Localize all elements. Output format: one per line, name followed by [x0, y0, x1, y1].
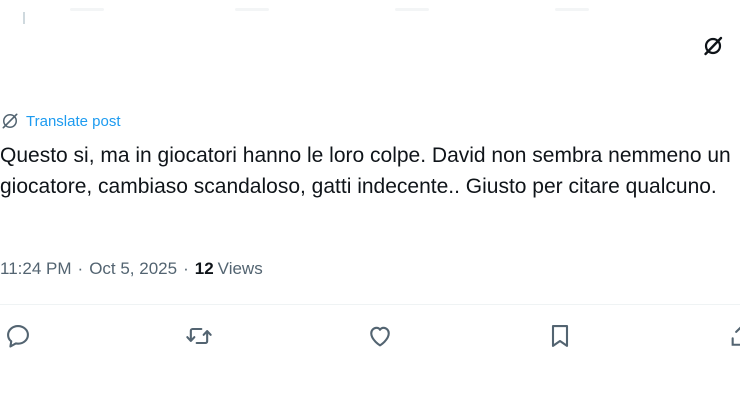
post-meta: 11:24 PM · Oct 5, 2025 · 12 Views [0, 259, 263, 279]
share-icon [731, 326, 740, 346]
views-label: Views [217, 259, 263, 278]
post-time[interactable]: 11:24 PM [0, 259, 72, 279]
top-bar-shadow [395, 8, 429, 11]
top-bar-shadow [235, 8, 269, 11]
like-button[interactable] [366, 322, 396, 352]
views-count: 12 [194, 259, 214, 278]
meta-separator: · [183, 259, 189, 278]
action-bar [0, 322, 740, 352]
post-date[interactable]: Oct 5, 2025 [89, 259, 177, 279]
top-bar-shadow [70, 8, 104, 11]
top-bar-tick [23, 12, 25, 24]
translate-icon [2, 113, 18, 129]
top-bar-remnant [0, 0, 740, 24]
reply-icon [7, 325, 29, 348]
bookmark-icon [551, 325, 569, 347]
top-bar-shadow [555, 8, 589, 11]
grok-icon[interactable] [701, 34, 725, 58]
bookmark-button[interactable] [546, 322, 576, 352]
reply-button[interactable] [4, 322, 34, 352]
repost-button[interactable] [185, 322, 215, 352]
repost-icon [186, 327, 212, 345]
translate-row: Translate post [0, 110, 121, 132]
like-icon [370, 326, 390, 347]
translate-post-link[interactable]: Translate post [26, 113, 121, 130]
divider [0, 304, 740, 305]
post-text: Questo si, ma in giocatori hanno le loro… [0, 144, 731, 198]
meta-separator: · [77, 259, 84, 278]
share-button[interactable] [728, 322, 740, 352]
